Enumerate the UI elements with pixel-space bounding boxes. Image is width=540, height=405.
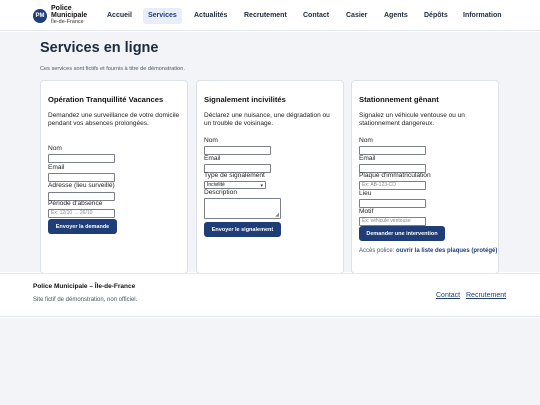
police-access-note: Accès police: ouvrir la liste des plaque… [359, 248, 499, 256]
chevron-down-icon: ▾ [260, 183, 263, 189]
card-signalement-incivilites: Signalement incivilités Déclarez une nui… [196, 80, 344, 274]
card-description: Demandez une surveillance de votre domic… [48, 112, 180, 127]
field-label-email: Email [48, 164, 65, 171]
site-footer: Police Municipale – Île-de-France Site f… [0, 273, 540, 317]
field-label-nom: Nom [204, 137, 218, 144]
field-label-lieu: Lieu [359, 190, 372, 197]
demander-intervention-button[interactable]: Demander une intervention [359, 226, 445, 241]
field-label-motif: Motif [359, 208, 374, 215]
nav-casier[interactable]: Casier [341, 8, 372, 24]
nav-actualites[interactable]: Actualités [189, 8, 232, 24]
select-value: Incivilité [207, 182, 225, 188]
plates-list-link[interactable]: ouvrir la liste des plaques (protégé) [396, 248, 497, 254]
page-disclaimer: Ces services sont fictifs et fournis à t… [40, 66, 185, 72]
field-label-periode: Période d'absence [48, 200, 103, 207]
field-label-nom: Nom [48, 145, 62, 152]
access-prefix: Accès police: [359, 248, 395, 254]
nav-recrutement[interactable]: Recrutement [239, 8, 292, 24]
card-title: Stationnement gênant [359, 95, 439, 104]
nav-contact[interactable]: Contact [298, 8, 334, 24]
envoyer-signalement-button[interactable]: Envoyer le signalement [204, 222, 281, 237]
email-input[interactable] [48, 173, 115, 182]
card-title: Signalement incivilités [204, 95, 286, 104]
periode-input[interactable]: Ex: 12/10 → 26/10 [48, 209, 115, 218]
description-textarea[interactable]: ◢ [204, 198, 281, 219]
motif-input[interactable]: Ex: véhicule ventouse [359, 217, 426, 226]
nav-agents[interactable]: Agents [379, 8, 413, 24]
plaque-input[interactable]: Ex: AB-123-CD [359, 181, 426, 190]
nom-input[interactable] [48, 154, 115, 163]
field-label-plaque: Plaque d'immatriculation [359, 172, 431, 179]
site-header: PM Police Municipale Île-de-France Accue… [0, 0, 540, 31]
card-title: Opération Tranquillité Vacances [48, 95, 164, 104]
footer-disclaimer: Site fictif de démonstration, non offici… [33, 297, 138, 303]
type-signalement-select[interactable]: Incivilité ▾ [204, 181, 266, 189]
nom-input[interactable] [204, 146, 271, 155]
footer-link-contact[interactable]: Contact [436, 292, 460, 299]
envoyer-demande-button[interactable]: Envoyer la demande [48, 219, 117, 234]
card-tranquillite-vacances: Opération Tranquillité Vacances Demandez… [40, 80, 188, 274]
field-label-email: Email [204, 155, 221, 162]
lieu-input[interactable] [359, 199, 426, 208]
card-description: Déclarez une nuisance, une dégradation o… [204, 112, 330, 127]
resize-grip-icon[interactable]: ◢ [275, 213, 279, 218]
field-label-email: Email [359, 155, 376, 162]
nom-input[interactable] [359, 146, 426, 155]
footer-title: Police Municipale – Île-de-France [33, 283, 136, 290]
field-label-description: Description [204, 189, 237, 196]
field-label-type: Type de signalement [204, 172, 265, 179]
page-title: Services en ligne [40, 40, 159, 56]
nav-services[interactable]: Services [143, 8, 182, 24]
field-label-nom: Nom [359, 137, 373, 144]
card-stationnement-genant: Stationnement gênant Signalez un véhicul… [351, 80, 499, 274]
nav-information[interactable]: Information [458, 8, 507, 24]
footer-link-recrutement[interactable]: Recrutement [466, 292, 506, 299]
nav-accueil[interactable]: Accueil [102, 8, 137, 24]
field-label-adresse: Adresse (lieu surveillé) [48, 182, 115, 189]
nav-depots[interactable]: Dépôts [419, 8, 453, 24]
main-content: Services en ligne Ces services sont fict… [0, 32, 540, 274]
main-nav: Accueil Services Actualités Recrutement … [0, 8, 540, 24]
card-description: Signalez un véhicule ventouse ou un stat… [359, 112, 465, 127]
page-background [0, 318, 540, 405]
